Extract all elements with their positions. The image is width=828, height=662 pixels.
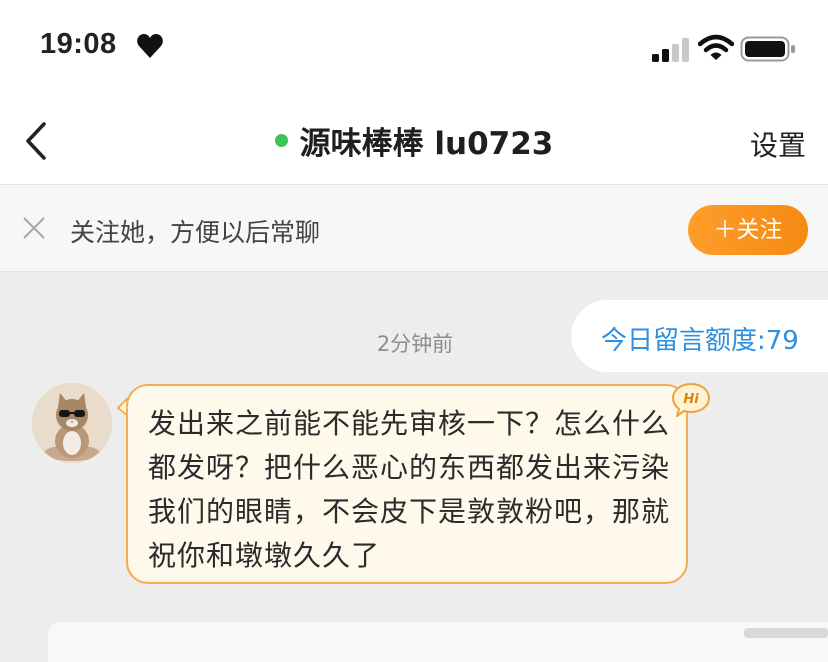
hi-badge-icon: Hi <box>672 383 710 417</box>
hi-badge-text: Hi <box>683 392 699 407</box>
settings-button[interactable]: 设置 <box>750 124 806 164</box>
header-area: 19:08 源味棒棒 lu0723 设置 <box>0 0 828 184</box>
message-bubble[interactable]: 发出来之前能不能先审核一下？怎么什么都发呀？把什么恶心的东西都发出来污染我们的眼… <box>126 384 688 584</box>
battery-icon <box>740 36 795 62</box>
message-text: 发出来之前能不能先审核一下？怎么什么都发呀？把什么恶心的东西都发出来污染我们的眼… <box>148 407 671 572</box>
bubble-tail-cover <box>127 400 136 414</box>
follow-hint-text: 关注她，方便以后常聊 <box>70 218 321 247</box>
chat-title-text: 源味棒棒 lu0723 <box>299 126 554 162</box>
heart-icon <box>137 34 163 58</box>
avatar[interactable] <box>32 383 112 463</box>
wifi-icon <box>698 34 734 60</box>
back-button[interactable] <box>18 116 58 166</box>
message-timestamp: 2分钟前 <box>376 332 454 356</box>
follow-banner: 关注她，方便以后常聊 ＋关注 <box>0 184 828 272</box>
status-time: 19:08 <box>40 28 117 60</box>
follow-button[interactable]: ＋关注 <box>688 205 808 255</box>
cellular-signal-icon <box>652 38 689 62</box>
chat-title: 源味棒棒 lu0723 <box>274 118 554 163</box>
online-status-dot <box>274 134 288 147</box>
nav-title-wrap: 源味棒棒 lu0723 <box>0 118 828 163</box>
message-input-area[interactable] <box>48 622 828 662</box>
scroll-indicator-dots <box>744 628 828 638</box>
chevron-left-icon <box>26 122 46 160</box>
message-quota-pill: 今日留言额度:79 <box>571 300 828 372</box>
close-icon[interactable] <box>22 216 46 240</box>
message-quota-text: 今日留言额度:79 <box>601 326 799 356</box>
cat-avatar-image <box>32 383 112 463</box>
